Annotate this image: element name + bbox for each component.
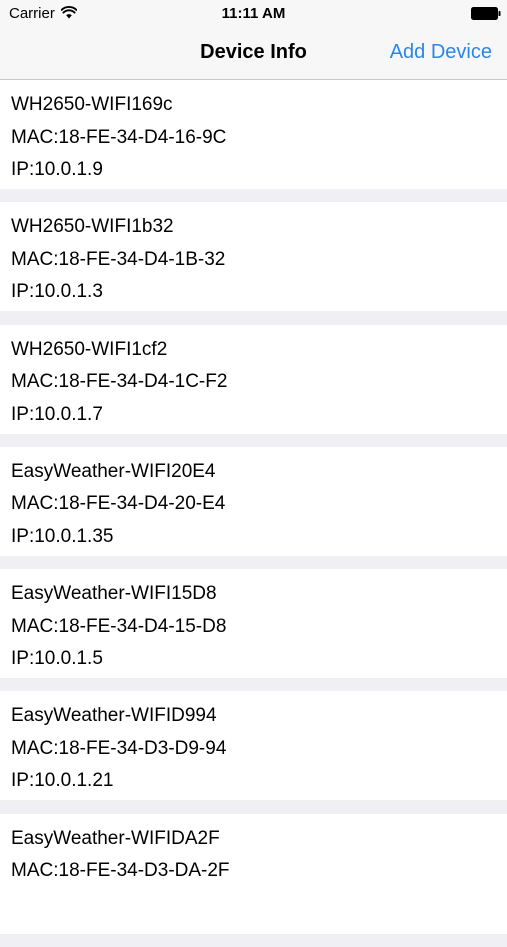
device-mac: MAC:18-FE-34-D3-DA-2F [11,860,230,881]
device-list: WH2650-WIFI169c MAC:18-FE-34-D4-16-9C IP… [0,80,507,947]
device-row[interactable]: WH2650-WIFI1b32 MAC:18-FE-34-D4-1B-32 IP… [0,202,507,312]
device-mac: MAC:18-FE-34-D4-20-E4 [11,493,226,515]
device-mac: MAC:18-FE-34-D4-1C-F2 [11,371,228,392]
device-row[interactable]: WH2650-WIFI1cf2 MAC:18-FE-34-D4-1C-F2 IP… [0,324,507,434]
device-row[interactable]: EasyWeather-WIFID994 MAC:18-FE-34-D3-D9-… [0,691,507,801]
top-bar: Carrier 11:11 AM Device Info Add Device [0,0,507,80]
device-mac: MAC:18-FE-34-D3-D9-94 [11,737,227,759]
navigation-bar: Device Info Add Device [0,28,507,79]
add-device-button[interactable]: Add Device [390,40,492,64]
device-ip: IP:10.0.1.21 [11,770,114,792]
device-name: EasyWeather-WIFID994 [11,705,217,727]
device-name: EasyWeather-WIFI20E4 [11,460,216,482]
device-name: EasyWeather-WIFIDA2F [11,827,220,849]
device-name: WH2650-WIFI1cf2 [11,338,168,360]
status-time: 11:11 AM [221,5,286,22]
device-ip: IP:10.0.1.3 [11,281,103,303]
device-mac: MAC:18-FE-34-D4-1B-32 [11,248,226,270]
device-row[interactable]: WH2650-WIFI169c MAC:18-FE-34-D4-16-9C IP… [0,80,507,189]
device-name: WH2650-WIFI1b32 [11,216,174,238]
device-row[interactable]: EasyWeather-WIFIDA2F MAC:18-FE-34-D3-DA-… [0,813,507,934]
device-ip: IP:10.0.1.9 [11,159,103,180]
status-bar: Carrier 11:11 AM [0,0,507,28]
device-row[interactable]: EasyWeather-WIFI20E4 MAC:18-FE-34-D4-20-… [0,446,507,556]
device-mac: MAC:18-FE-34-D4-16-9C [11,126,227,148]
device-ip: IP:10.0.1.35 [11,525,114,547]
device-ip: IP:10.0.1.5 [11,648,103,669]
device-name: EasyWeather-WIFI15D8 [11,583,217,604]
battery-full-icon [471,7,501,20]
device-mac: MAC:18-FE-34-D4-15-D8 [11,615,227,637]
device-name: WH2650-WIFI169c [11,94,173,115]
device-ip: IP:10.0.1.7 [11,403,103,425]
device-row[interactable]: EasyWeather-WIFI15D8 MAC:18-FE-34-D4-15-… [0,569,507,678]
